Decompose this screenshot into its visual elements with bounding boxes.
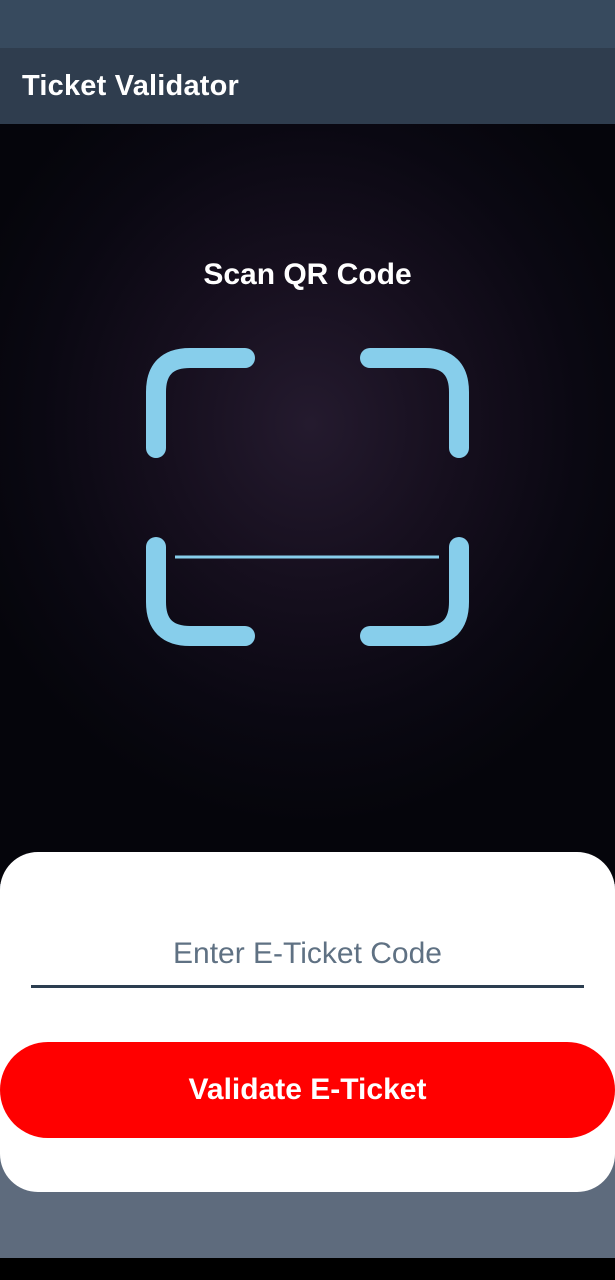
ticket-form-panel: Validate E-Ticket (0, 852, 615, 1192)
qr-scan-frame-icon (140, 342, 480, 652)
scan-title: Scan QR Code (203, 258, 412, 291)
app-bar: Ticket Validator (0, 48, 615, 124)
system-navigation-bar (0, 1258, 615, 1280)
app-title: Ticket Validator (22, 69, 240, 102)
camera-preview: Scan QR Code (0, 124, 615, 884)
status-bar (0, 0, 615, 48)
frame-corner-top-right (360, 348, 469, 458)
e-ticket-code-input[interactable] (31, 922, 584, 988)
validate-e-ticket-button[interactable]: Validate E-Ticket (0, 1042, 615, 1138)
frame-corner-top-left (146, 348, 255, 458)
frame-corner-bottom-right (360, 537, 469, 646)
frame-corner-bottom-left (146, 537, 255, 646)
